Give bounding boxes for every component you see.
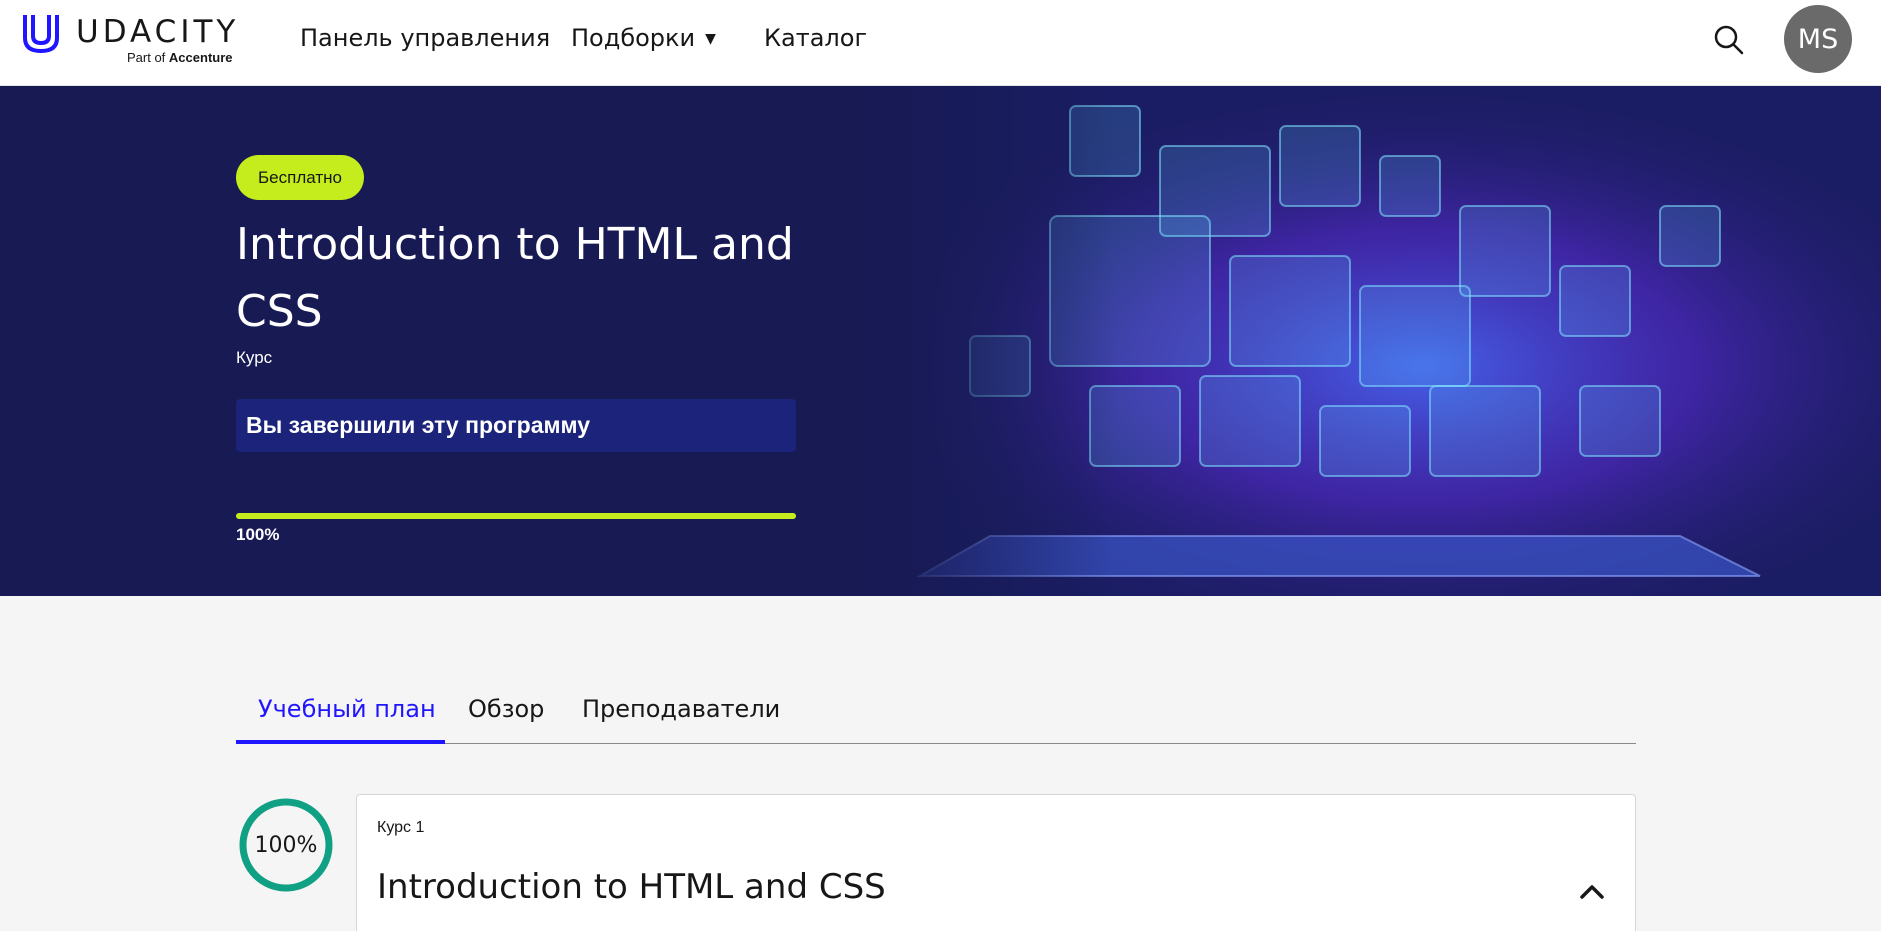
free-badge: Бесплатно [236, 155, 364, 200]
progress-bar [236, 513, 796, 519]
nav-dashboard[interactable]: Панель управления [300, 24, 550, 52]
udacity-logo-icon [23, 15, 59, 54]
hero-illustration [860, 86, 1881, 596]
course-type: Курс [236, 348, 273, 367]
nav-catalog[interactable]: Каталог [764, 24, 867, 52]
top-nav: UDACITY Part of Accenture Панель управле… [0, 0, 1881, 86]
tab-instructors[interactable]: Преподаватели [582, 695, 780, 723]
progress-fill [236, 513, 796, 519]
completion-banner: Вы завершили эту программу [236, 399, 796, 452]
search-icon[interactable] [1713, 24, 1745, 56]
brand-tagline: Part of Accenture [127, 50, 233, 65]
course-number: Курс 1 [377, 819, 425, 836]
active-tab-indicator [236, 740, 445, 744]
progress-label: 100% [236, 525, 280, 544]
caret-down-icon: ▼ [705, 31, 716, 47]
course-card-title: Introduction to HTML and CSS [377, 867, 886, 907]
user-avatar[interactable]: MS [1784, 5, 1852, 73]
tab-overview[interactable]: Обзор [468, 695, 544, 723]
course-card: Курс 1 Introduction to HTML and CSS [356, 794, 1636, 931]
course-tabs: Учебный план Обзор Преподаватели [236, 683, 1636, 744]
chevron-up-icon[interactable] [1577, 879, 1607, 903]
nav-collections[interactable]: Подборки ▼ [571, 24, 716, 52]
course-title: Introduction to HTML and CSS [236, 219, 794, 337]
udacity-logo[interactable]: UDACITY Part of Accenture [20, 10, 235, 68]
tab-syllabus[interactable]: Учебный план [258, 695, 436, 723]
course-progress-label: 100% [254, 832, 318, 858]
brand-name: UDACITY [76, 14, 240, 50]
course-hero: Бесплатно Introduction to HTML and CSS К… [0, 86, 1881, 596]
